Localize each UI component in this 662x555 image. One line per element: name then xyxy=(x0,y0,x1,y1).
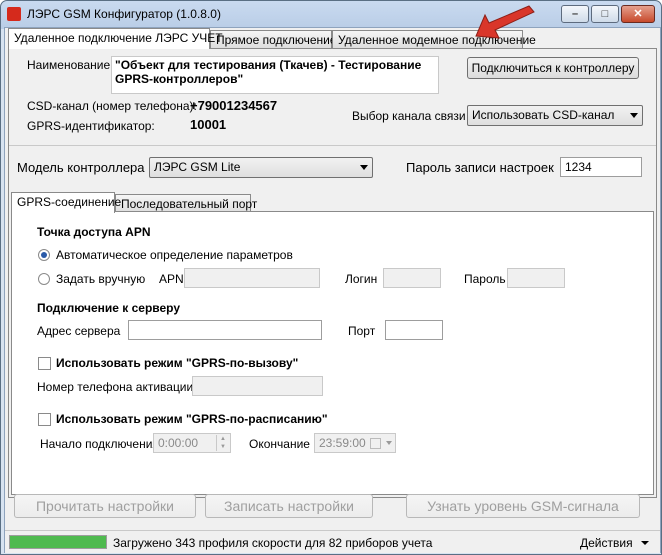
read-settings-button[interactable]: Прочитать настройки xyxy=(14,494,196,518)
model-select-value: ЛЭРС GSM Lite xyxy=(154,160,241,174)
device-name-value: "Объект для тестирования (Ткачев) - Тест… xyxy=(111,56,439,94)
auto-params-radio[interactable] xyxy=(38,249,50,261)
maximize-icon: □ xyxy=(601,8,609,20)
apn-heading: Точка доступа APN xyxy=(37,225,151,239)
window-title: ЛЭРС GSM Конфигуратор (1.0.8.0) xyxy=(27,7,221,21)
name-label: Наименование: xyxy=(27,58,114,72)
start-time-label: Начало подключения xyxy=(40,437,159,451)
login-label: Логин xyxy=(345,272,378,286)
start-time-value: 0:00:00 xyxy=(158,436,199,450)
gprs-schedule-checkbox[interactable] xyxy=(38,413,51,426)
spinner-icon[interactable]: ▲ ▼ xyxy=(216,435,229,451)
main-tab-panel: Наименование: "Объект для тестирования (… xyxy=(8,48,657,498)
status-text: Загружено 343 профиля скорости для 82 пр… xyxy=(113,536,433,550)
channel-select-value: Использовать CSD-канал xyxy=(472,108,615,122)
server-address-input[interactable] xyxy=(128,320,322,340)
gprs-id-value: 10001 xyxy=(190,117,227,132)
gprs-schedule-label: Использовать режим "GPRS-по-расписанию" xyxy=(56,412,328,426)
connect-controller-button[interactable]: Подключиться к контроллеру xyxy=(467,57,639,79)
chevron-down-icon xyxy=(630,113,638,118)
activation-phone-label: Номер телефона активации xyxy=(37,380,194,394)
tab-gprs[interactable]: GPRS-соединение xyxy=(11,192,121,213)
progress-bar xyxy=(9,535,107,549)
channel-select[interactable]: Использовать CSD-канал xyxy=(467,105,643,126)
actions-menu[interactable]: Действия xyxy=(580,536,633,550)
chevron-down-icon xyxy=(360,165,368,170)
server-port-label: Порт xyxy=(348,324,376,338)
close-icon: ✕ xyxy=(633,8,643,20)
gprs-panel: Точка доступа APN Автоматическое определ… xyxy=(11,211,654,495)
end-time-label: Окончание xyxy=(249,437,310,451)
csd-value: +79001234567 xyxy=(190,98,278,113)
tab-direct[interactable]: Прямое подключение xyxy=(210,30,337,49)
manual-params-label: Задать вручную xyxy=(56,272,146,286)
server-address-label: Адрес сервера xyxy=(37,324,121,338)
write-settings-button[interactable]: Записать настройки xyxy=(205,494,373,518)
apn-password-label: Пароль xyxy=(464,272,506,286)
apn-input[interactable] xyxy=(184,268,320,288)
chevron-down-icon xyxy=(386,441,392,445)
csd-label: CSD-канал (номер телефона): xyxy=(27,99,197,113)
progress-fill xyxy=(10,536,106,548)
chevron-down-icon[interactable] xyxy=(641,541,649,545)
app-icon xyxy=(7,7,21,21)
check-gsm-signal-button[interactable]: Узнать уровень GSM-сигнала xyxy=(406,494,640,518)
maximize-button[interactable]: □ xyxy=(591,5,619,23)
minimize-icon: – xyxy=(571,8,579,20)
close-button[interactable]: ✕ xyxy=(621,5,655,23)
end-time-input[interactable]: 23:59:00 xyxy=(314,433,396,453)
apn-password-input[interactable] xyxy=(507,268,565,288)
model-select[interactable]: ЛЭРС GSM Lite xyxy=(149,157,373,178)
annotation-arrow-icon xyxy=(475,5,535,39)
channel-label: Выбор канала связи xyxy=(352,109,466,123)
settings-password-label: Пароль записи настроек xyxy=(406,160,554,175)
start-time-input[interactable]: 0:00:00 ▲ ▼ xyxy=(153,433,231,453)
manual-params-radio[interactable] xyxy=(38,273,50,285)
server-heading: Подключение к серверу xyxy=(37,301,181,315)
settings-password-input[interactable]: 1234 xyxy=(560,157,642,177)
gprs-on-call-checkbox[interactable] xyxy=(38,357,51,370)
divider xyxy=(9,145,656,146)
tab-remote-lers[interactable]: Удаленное подключение ЛЭРС УЧЕТ xyxy=(8,28,223,49)
activation-phone-input[interactable] xyxy=(192,376,323,396)
gprs-id-label: GPRS-идентификатор: xyxy=(27,119,155,133)
end-time-value: 23:59:00 xyxy=(319,436,366,450)
server-port-input[interactable] xyxy=(385,320,443,340)
calendar-icon xyxy=(370,438,381,449)
model-label: Модель контроллера xyxy=(17,160,145,175)
auto-params-label: Автоматическое определение параметров xyxy=(56,248,293,262)
apn-label: APN xyxy=(159,272,184,286)
gprs-on-call-label: Использовать режим "GPRS-по-вызову" xyxy=(56,356,299,370)
app-window: ЛЭРС GSM Конфигуратор (1.0.8.0) – □ ✕ Уд… xyxy=(0,0,662,555)
title-bar[interactable]: ЛЭРС GSM Конфигуратор (1.0.8.0) – □ ✕ xyxy=(1,1,661,27)
client-area: Удаленное подключение ЛЭРС УЧЕТ Прямое п… xyxy=(4,27,661,553)
status-bar: Загружено 343 профиля скорости для 82 пр… xyxy=(5,530,660,553)
login-input[interactable] xyxy=(383,268,441,288)
minimize-button[interactable]: – xyxy=(561,5,589,23)
